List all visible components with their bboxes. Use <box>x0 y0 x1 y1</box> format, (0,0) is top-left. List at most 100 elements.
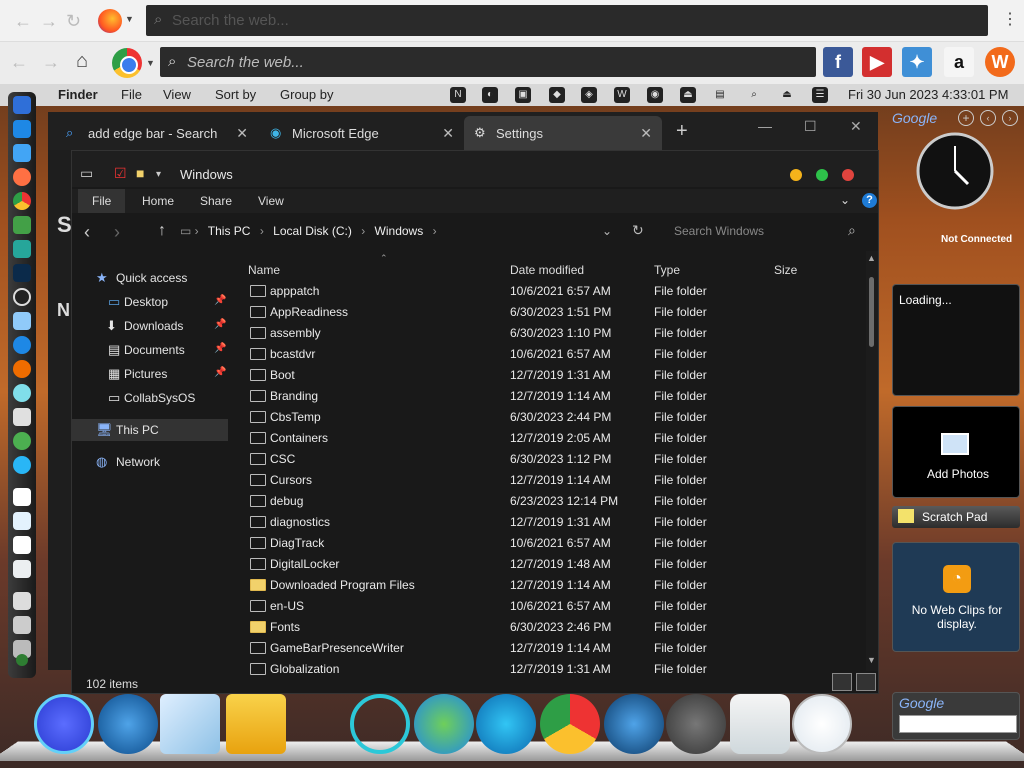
chrome-icon[interactable] <box>13 192 31 210</box>
quick-access-dropdown-icon[interactable]: ▾ <box>156 169 161 180</box>
menu-file[interactable]: File <box>121 87 142 102</box>
breadcrumb-windows[interactable]: Windows <box>375 224 424 238</box>
file-row[interactable]: Branding 12/7/2019 1:14 AM File folder <box>230 386 866 407</box>
games-icon[interactable]: ✦ <box>902 47 932 77</box>
obs-icon[interactable] <box>13 288 31 306</box>
file-row[interactable]: Fonts 6/30/2023 2:46 PM File folder <box>230 617 866 638</box>
window-icon[interactable] <box>13 512 31 530</box>
w-app-icon[interactable] <box>13 360 31 378</box>
nav-network[interactable]: ◍ Network <box>72 451 228 473</box>
window-icon[interactable] <box>13 488 31 506</box>
notion-icon[interactable]: N <box>450 87 466 103</box>
search-bar-top[interactable]: ⌕ Search the web... <box>146 5 988 36</box>
close-icon[interactable]: ✕ <box>640 125 652 142</box>
file-row[interactable]: Downloaded Program Files 12/7/2019 1:14 A… <box>230 575 866 596</box>
close-dot[interactable] <box>842 169 854 181</box>
display-icon[interactable] <box>13 96 31 114</box>
file-row[interactable]: DiagTrack 10/6/2021 6:57 AM File folder <box>230 533 866 554</box>
minimize-icon[interactable]: — <box>758 118 772 134</box>
new-tab-icon[interactable]: + <box>676 120 688 143</box>
windows-start-icon[interactable] <box>98 694 158 754</box>
app-launcher-icon[interactable] <box>34 694 94 754</box>
opera-icon[interactable] <box>350 694 410 754</box>
whatsapp-icon[interactable] <box>13 216 31 234</box>
sync-icon[interactable]: ◐ <box>482 87 498 103</box>
eject-circle-icon[interactable]: ⏏ <box>680 87 696 103</box>
clock-icon[interactable] <box>792 694 852 754</box>
nav-documents[interactable]: ▤ Documents 📌 <box>72 339 228 361</box>
file-row[interactable]: apppatch 10/6/2021 6:57 AM File folder <box>230 281 866 302</box>
help-icon[interactable]: ? <box>862 193 877 208</box>
edge-icon[interactable] <box>13 456 31 474</box>
ribbon-tab-share[interactable]: Share <box>186 189 246 213</box>
close-window-icon[interactable]: ✕ <box>850 118 862 135</box>
download-manager-icon[interactable] <box>414 694 474 754</box>
back-icon[interactable]: ← <box>14 11 32 32</box>
nav-this-pc[interactable]: 🖥 This PC <box>72 419 228 441</box>
large-icons-view-icon[interactable] <box>856 673 876 691</box>
menu-view[interactable]: View <box>163 87 191 102</box>
file-row[interactable]: CSC 6/30/2023 1:12 PM File folder <box>230 449 866 470</box>
window-icon[interactable] <box>13 616 31 634</box>
prev-gadget-icon[interactable]: ‹ <box>980 110 996 126</box>
refresh-icon[interactable]: ↻ <box>632 222 644 239</box>
column-type[interactable]: Type <box>654 263 680 277</box>
edge-icon[interactable] <box>476 694 536 754</box>
scroll-up-icon[interactable]: ▲ <box>867 253 876 263</box>
home-icon[interactable]: ⌂ <box>76 50 88 73</box>
window-icon[interactable] <box>13 560 31 578</box>
clipboard-icon[interactable]: ▣ <box>515 87 531 103</box>
back-icon[interactable]: ← <box>10 52 28 73</box>
file-row[interactable]: AppReadiness 6/30/2023 1:51 PM File folder <box>230 302 866 323</box>
slideshow-gadget[interactable]: Add Photos <box>892 406 1020 498</box>
app-icon[interactable] <box>13 408 31 426</box>
app-icon[interactable] <box>13 384 31 402</box>
app-icon[interactable] <box>13 432 31 450</box>
eject-icon[interactable]: ⏏ <box>779 87 795 103</box>
maximize-icon[interactable]: ☐ <box>804 118 817 135</box>
photoshop-icon[interactable] <box>13 264 31 282</box>
checklist-icon[interactable]: ☑ <box>114 165 127 182</box>
file-row[interactable]: Containers 12/7/2019 2:05 AM File folder <box>230 428 866 449</box>
search-input[interactable]: Search Windows <box>674 224 764 238</box>
breadcrumb-this-pc[interactable]: This PC <box>208 224 251 238</box>
app-icon[interactable] <box>13 312 31 330</box>
file-row[interactable]: bcastdvr 10/6/2021 6:57 AM File folder <box>230 344 866 365</box>
chevron-down-icon[interactable]: ▼ <box>146 58 155 68</box>
file-row[interactable]: debug 6/23/2023 12:14 PM File folder <box>230 491 866 512</box>
facebook-icon[interactable]: f <box>823 47 853 77</box>
firefox-icon[interactable] <box>13 168 31 186</box>
clock-gadget[interactable] <box>916 132 994 210</box>
amazon-icon[interactable]: a <box>944 47 974 77</box>
wordpress-icon[interactable]: W <box>614 87 630 103</box>
forward-icon[interactable]: → <box>42 52 60 73</box>
column-date-modified[interactable]: Date modified <box>510 263 584 277</box>
firefox-icon[interactable] <box>98 9 122 33</box>
file-row[interactable]: assembly 6/30/2023 1:10 PM File folder <box>230 323 866 344</box>
search-icon[interactable]: ⌕ <box>848 222 856 239</box>
file-explorer-icon[interactable] <box>226 694 286 754</box>
youtube-icon[interactable]: ▶ <box>862 47 892 77</box>
finder-app-name[interactable]: Finder <box>58 87 98 102</box>
maximize-dot[interactable] <box>816 169 828 181</box>
file-row[interactable]: CbsTemp 6/30/2023 2:44 PM File folder <box>230 407 866 428</box>
app-icon[interactable] <box>13 336 31 354</box>
trash-icon[interactable] <box>730 694 790 754</box>
nav-downloads[interactable]: ⬇ Downloads 📌 <box>72 315 228 337</box>
nav-pictures[interactable]: ▦ Pictures 📌 <box>72 363 228 385</box>
add-photos-label[interactable]: Add Photos <box>927 467 989 481</box>
scroll-down-icon[interactable]: ▼ <box>867 655 876 665</box>
file-row[interactable]: GameBarPresenceWriter 12/7/2019 1:14 AM Fi… <box>230 638 866 659</box>
menu-sort-by[interactable]: Sort by <box>215 87 256 102</box>
chrome-icon[interactable] <box>112 48 142 78</box>
notepad-icon[interactable] <box>160 694 220 754</box>
column-size[interactable]: Size <box>774 263 797 277</box>
next-gadget-icon[interactable]: › <box>1002 110 1018 126</box>
forward-icon[interactable]: → <box>40 11 58 32</box>
ribbon-tab-view[interactable]: View <box>244 189 298 213</box>
close-icon[interactable]: ✕ <box>442 125 454 142</box>
file-row[interactable]: DigitalLocker 12/7/2019 1:48 AM File folde… <box>230 554 866 575</box>
file-row[interactable]: diagnostics 12/7/2019 1:31 AM File folder <box>230 512 866 533</box>
settings-icon[interactable] <box>16 654 28 666</box>
window-icon[interactable] <box>13 592 31 610</box>
